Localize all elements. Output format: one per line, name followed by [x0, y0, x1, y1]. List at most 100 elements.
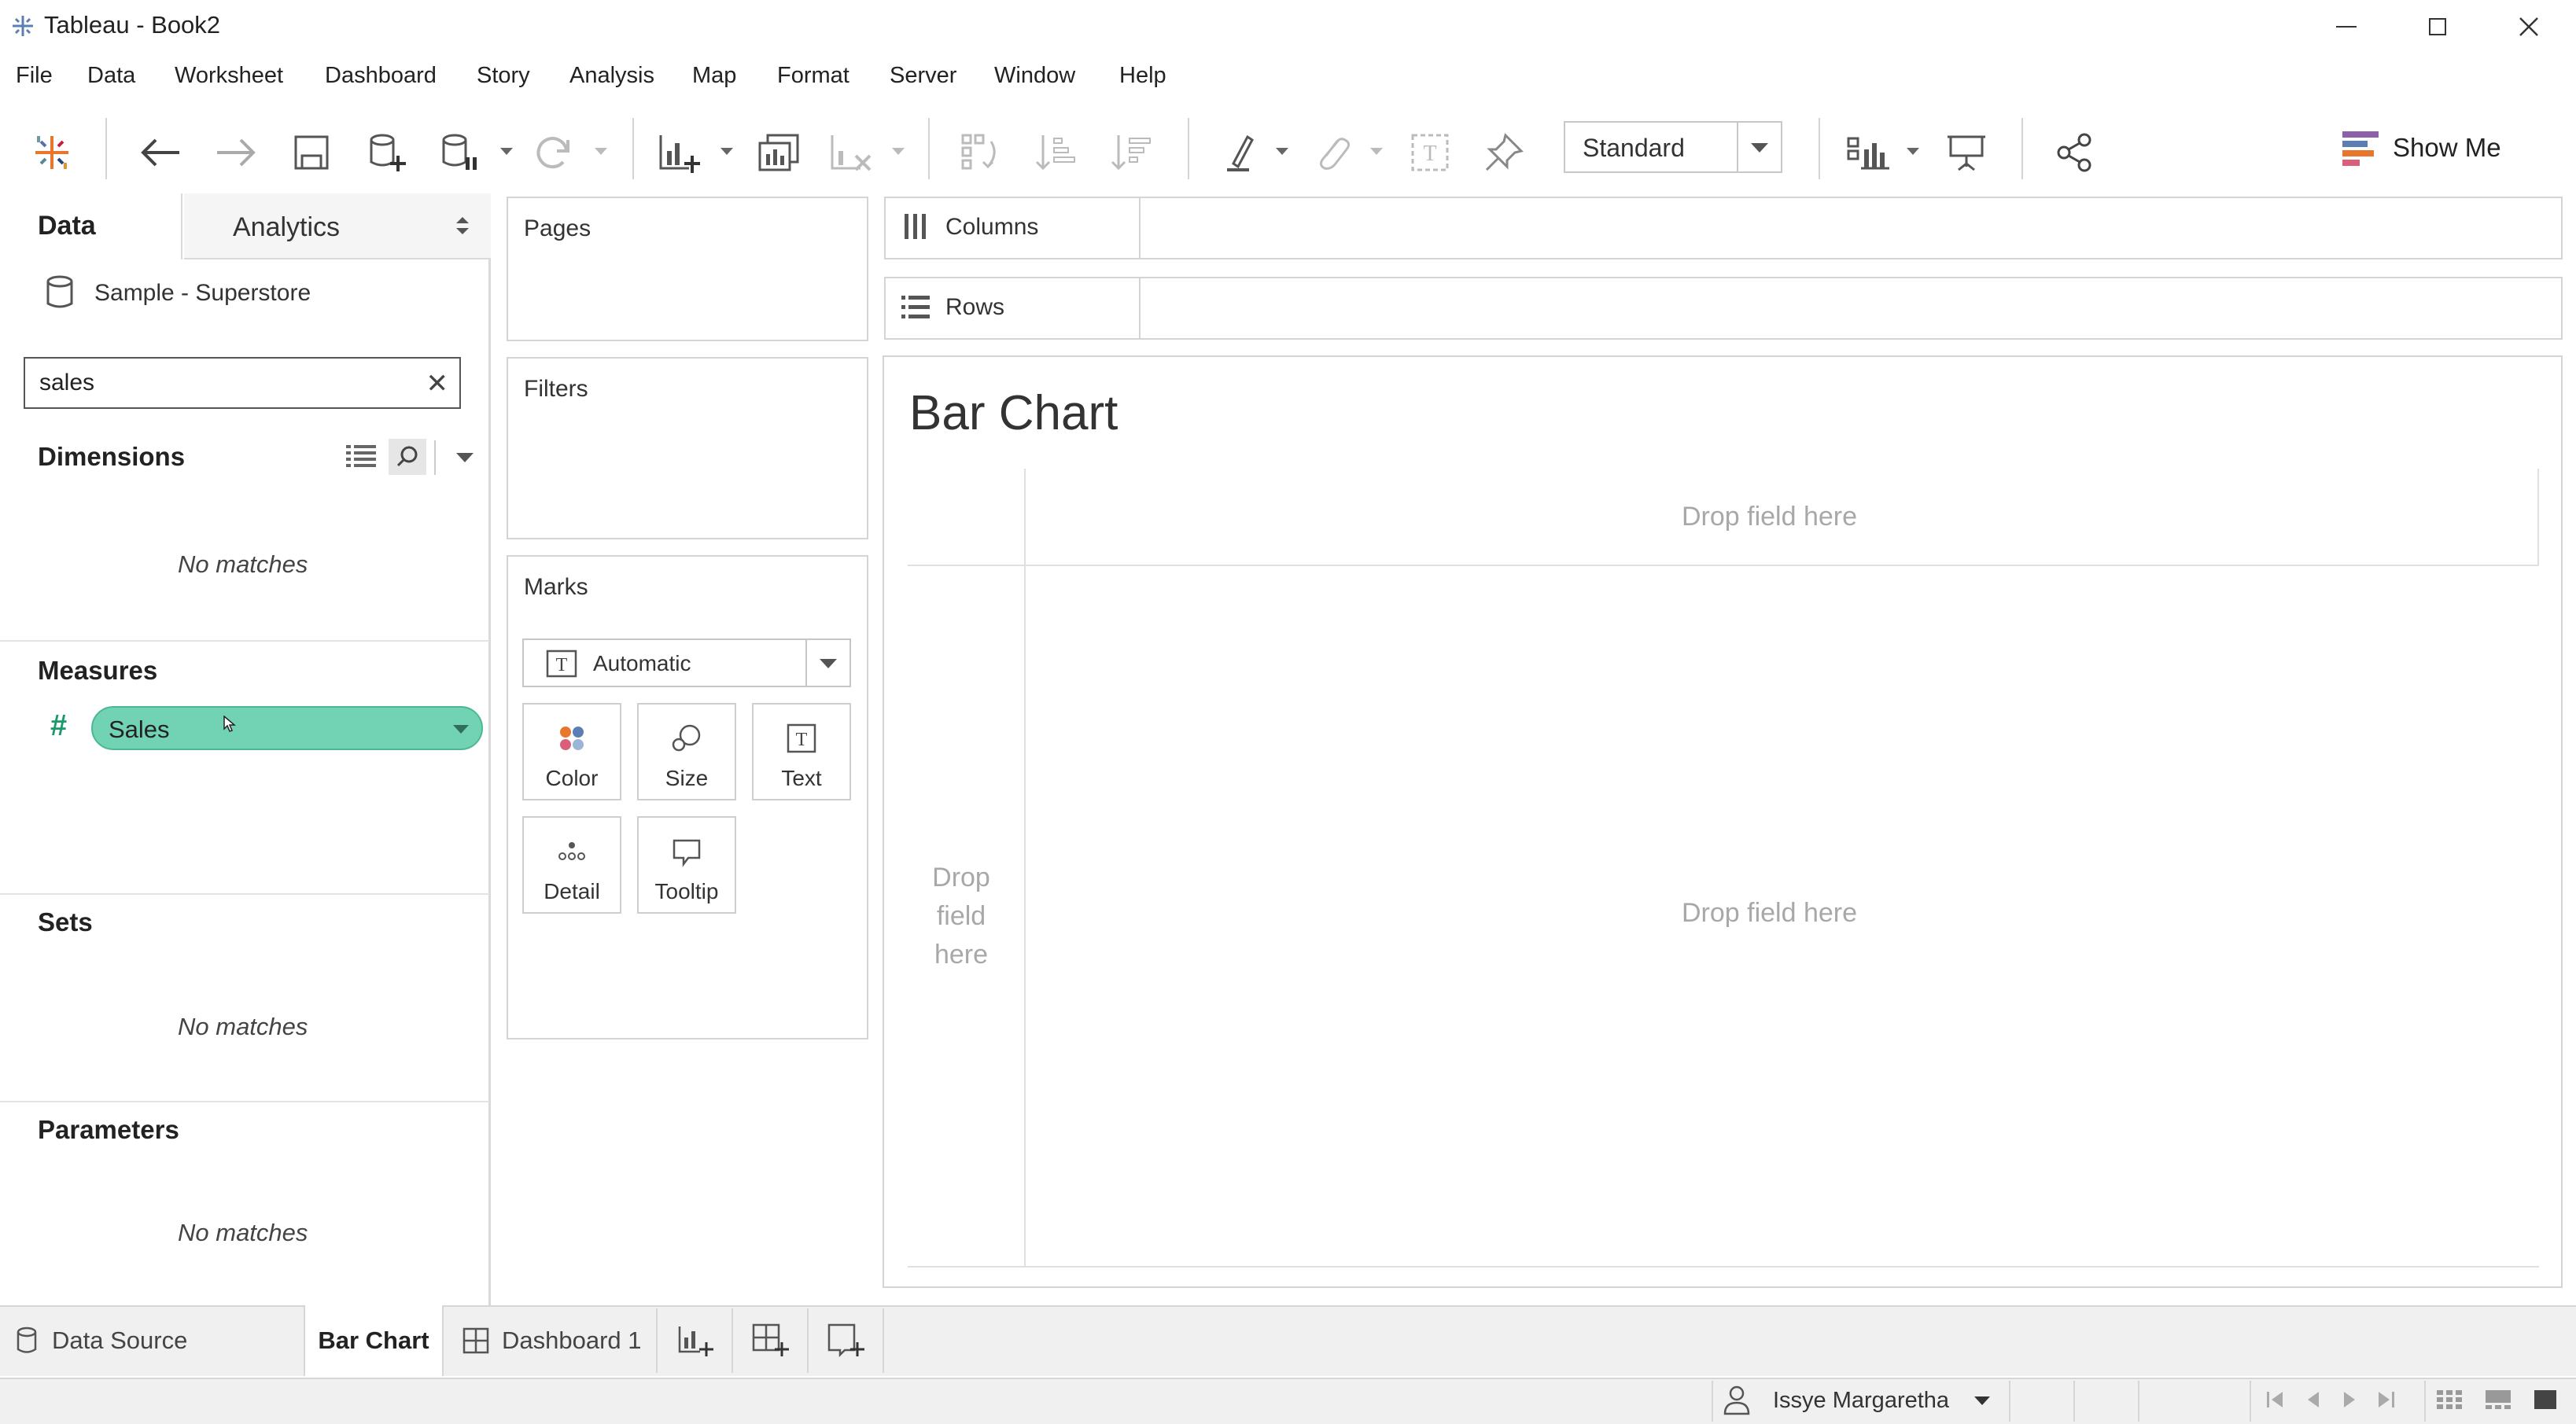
group-members-icon[interactable] [1309, 129, 1356, 176]
fix-axes-icon[interactable] [1480, 129, 1528, 176]
refresh-dropdown-caret[interactable] [595, 148, 607, 155]
sheet-sorter-icon[interactable] [2435, 1389, 2464, 1415]
menu-dashboard[interactable]: Dashboard [325, 63, 437, 89]
menu-format[interactable]: Format [777, 63, 849, 89]
view-gridline [2537, 469, 2539, 566]
field-pill-sales[interactable]: Sales [91, 706, 483, 750]
pause-updates-icon[interactable] [436, 129, 483, 176]
new-data-source-icon[interactable] [363, 129, 411, 176]
search-input[interactable]: sales ✕ [24, 357, 461, 409]
sort-ascending-icon[interactable] [1034, 129, 1081, 176]
data-source-name[interactable]: Sample - Superstore [94, 280, 311, 307]
drop-zone-columns[interactable]: Drop field here [1682, 502, 1857, 532]
show-cards-caret[interactable] [1907, 148, 1919, 155]
tableau-app-icon [9, 13, 36, 39]
marks-color-button[interactable]: Color [522, 703, 621, 800]
toolbar-separator [2021, 118, 2023, 179]
columns-shelf[interactable]: Columns [884, 197, 2563, 259]
marks-size-button[interactable]: Size [637, 703, 736, 800]
duplicate-sheet-icon[interactable] [755, 129, 802, 176]
chevron-down-icon[interactable] [1974, 1396, 1990, 1405]
highlight-icon[interactable] [1219, 129, 1266, 176]
drop-zone-main[interactable]: Drop field here [1682, 898, 1857, 929]
fit-select[interactable]: Standard [1564, 121, 1782, 173]
chevron-down-icon[interactable] [453, 725, 469, 734]
previous-sheet-icon[interactable] [2305, 1389, 2322, 1415]
menu-file[interactable]: File [16, 63, 53, 89]
redo-icon[interactable] [212, 129, 260, 176]
clear-sheet-icon[interactable] [827, 129, 875, 176]
show-cards-icon[interactable] [1845, 129, 1892, 176]
filmstrip-icon[interactable] [2484, 1389, 2512, 1415]
maximize-button[interactable] [2394, 5, 2481, 49]
marks-tooltip-button[interactable]: Tooltip [637, 816, 736, 914]
next-sheet-icon[interactable] [2341, 1389, 2358, 1415]
menu-bar: File Data Worksheet Dashboard Story Anal… [0, 57, 2576, 101]
sort-descending-icon[interactable] [1109, 129, 1156, 176]
menu-worksheet[interactable]: Worksheet [175, 63, 283, 89]
menu-data[interactable]: Data [87, 63, 135, 89]
save-icon[interactable] [288, 129, 335, 176]
show-mark-labels-icon[interactable]: T [1406, 129, 1454, 176]
highlight-caret[interactable] [1276, 148, 1288, 155]
tab-dashboard-1[interactable]: Dashboard 1 [463, 1305, 642, 1376]
clear-search-icon[interactable]: ✕ [426, 368, 449, 399]
view-gridline [1024, 469, 1026, 1266]
size-icon [639, 722, 735, 755]
close-window-button[interactable] [2486, 5, 2572, 49]
new-dashboard-tab-button[interactable] [752, 1305, 790, 1376]
view-gridline [908, 565, 2539, 566]
group-members-caret[interactable] [1370, 148, 1383, 155]
new-story-tab-button[interactable] [827, 1305, 865, 1376]
undo-icon[interactable] [137, 129, 184, 176]
show-me-icon [2342, 131, 2379, 166]
database-icon [17, 1326, 37, 1353]
user-name[interactable]: Issye Margaretha [1773, 1388, 1949, 1414]
show-me-button[interactable]: Show Me [2341, 127, 2501, 168]
section-divider [0, 640, 489, 642]
menu-window[interactable]: Window [994, 63, 1075, 89]
pause-dropdown-caret[interactable] [500, 148, 513, 155]
refresh-icon[interactable] [529, 129, 576, 176]
tabs-view-icon[interactable] [2533, 1389, 2558, 1415]
tab-data-source[interactable]: Data Source [16, 1305, 187, 1376]
tab-scroll-icon[interactable] [455, 214, 470, 241]
swap-icon[interactable] [958, 129, 1005, 176]
toolbar-separator [105, 118, 107, 179]
menu-analysis[interactable]: Analysis [569, 63, 654, 89]
rows-shelf[interactable]: Rows [884, 277, 2563, 340]
view-area[interactable] [883, 355, 2563, 1288]
first-sheet-icon[interactable] [2265, 1389, 2286, 1415]
clear-sheet-caret[interactable] [892, 148, 905, 155]
pages-card[interactable]: Pages [507, 197, 868, 341]
mark-type-select[interactable]: T Automatic [522, 638, 851, 687]
last-sheet-icon[interactable] [2375, 1389, 2396, 1415]
tab-separator [807, 1308, 809, 1373]
pane-menu-caret[interactable] [456, 453, 474, 462]
sheet-title[interactable]: Bar Chart [909, 385, 1118, 441]
new-worksheet-caret[interactable] [720, 148, 733, 155]
new-worksheet-tab-button[interactable] [676, 1305, 714, 1376]
menu-map[interactable]: Map [692, 63, 736, 89]
presentation-mode-icon[interactable] [1943, 129, 1990, 176]
svg-text:T: T [1423, 142, 1436, 166]
list-view-icon[interactable] [346, 443, 378, 474]
status-separator [2009, 1381, 2010, 1422]
marks-detail-button[interactable]: Detail [522, 816, 621, 914]
tableau-logo-icon[interactable] [28, 129, 76, 176]
find-field-button[interactable] [389, 439, 426, 475]
tab-bar-chart[interactable]: Bar Chart [304, 1305, 444, 1376]
tooltip-icon [639, 835, 735, 868]
toolbar: T [0, 104, 2576, 193]
minimize-button[interactable] [2303, 5, 2390, 49]
filters-card[interactable]: Filters [507, 357, 868, 539]
filters-card-title: Filters [524, 376, 588, 402]
new-worksheet-icon[interactable] [656, 129, 703, 176]
marks-text-button[interactable]: T Text [752, 703, 851, 800]
share-icon[interactable] [2051, 129, 2099, 176]
drop-zone-rows[interactable]: Drop field here [911, 859, 1012, 974]
detail-icon [524, 835, 620, 868]
menu-server[interactable]: Server [890, 63, 956, 89]
menu-help[interactable]: Help [1119, 63, 1166, 89]
menu-story[interactable]: Story [477, 63, 530, 89]
